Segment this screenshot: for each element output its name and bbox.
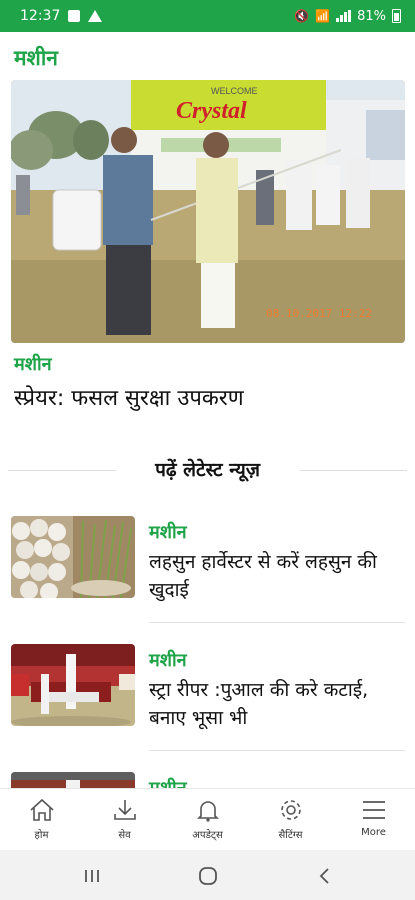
nav-more-label: More xyxy=(361,827,386,838)
recents-button[interactable] xyxy=(80,864,104,888)
nav-more[interactable]: More xyxy=(332,789,415,849)
news-item[interactable]: मशीन लहसुन हार्वेस्टर से करें लहसुन की ख… xyxy=(11,516,405,616)
news-thumbnail xyxy=(11,516,135,598)
home-circle-icon xyxy=(199,867,217,885)
hero-category[interactable]: मशीन xyxy=(14,352,52,376)
battery-percent: 81% xyxy=(357,8,386,24)
mute-icon: 🔇 xyxy=(294,9,310,23)
nav-home[interactable]: होम xyxy=(0,789,83,849)
news-title: स्ट्रा रीपर :पुआल की करे कटाई, बनाए भूसा… xyxy=(149,679,369,729)
news-thumbnail xyxy=(11,772,135,788)
news-thumbnail xyxy=(11,644,135,726)
wifi-icon: 📶 xyxy=(315,9,331,23)
back-chevron-icon xyxy=(319,868,329,884)
latest-news-header: पढ़ें लेटेस्ट न्यूज़ xyxy=(0,452,415,486)
news-divider xyxy=(149,622,405,623)
news-item[interactable]: मशीन xyxy=(11,772,405,788)
back-button[interactable] xyxy=(313,864,337,888)
news-item[interactable]: मशीन स्ट्रा रीपर :पुआल की करे कटाई, बनाए… xyxy=(11,644,405,744)
status-bar: 12:37 🔇 📶 81% xyxy=(0,0,415,32)
news-title: लहसुन हार्वेस्टर से करें लहसुन की खुदाई xyxy=(149,551,377,601)
news-category: मशीन xyxy=(149,522,187,543)
nav-updates[interactable]: अपडेट्स xyxy=(166,789,249,849)
gallery-icon xyxy=(68,10,81,22)
hero-image[interactable]: WELCOME Crystal 08.10.2017 12:22 xyxy=(11,80,405,343)
nav-save[interactable]: सेव xyxy=(83,789,166,849)
hero-headline[interactable]: स्प्रेयर: फसल सुरक्षा उपकरण xyxy=(14,382,244,412)
nav-save-label: सेव xyxy=(118,830,131,841)
battery-icon xyxy=(392,9,401,23)
home-button[interactable] xyxy=(196,864,220,888)
divider-right xyxy=(300,470,407,471)
bottom-navigation: होम सेव अपडेट्स सैटिंग्स More xyxy=(0,788,415,849)
news-category: मशीन xyxy=(149,776,187,788)
download-icon xyxy=(111,797,139,823)
nav-updates-label: अपडेट्स xyxy=(192,830,223,841)
menu-icon xyxy=(360,797,388,823)
alert-icon xyxy=(88,10,103,22)
hero-photo: WELCOME Crystal 08.10.2017 12:22 xyxy=(11,80,405,343)
banner-welcome: WELCOME xyxy=(211,86,258,96)
status-time: 12:37 xyxy=(20,8,61,24)
nav-home-label: होम xyxy=(34,830,49,841)
home-icon xyxy=(28,797,56,823)
latest-news-heading: पढ़ें लेटेस्ट न्यूज़ xyxy=(155,459,260,481)
nav-settings-label: सैटिंग्स xyxy=(278,830,303,841)
system-navigation-bar xyxy=(0,850,415,900)
signal-icon xyxy=(336,10,352,22)
nav-settings[interactable]: सैटिंग्स xyxy=(249,789,332,849)
recents-icon xyxy=(85,870,99,882)
news-divider xyxy=(149,750,405,751)
banner-brand: Crystal xyxy=(176,98,247,124)
news-category: मशीन xyxy=(149,650,187,671)
page-title: मशीन xyxy=(14,46,58,70)
bell-icon xyxy=(194,797,222,823)
gear-icon xyxy=(277,797,305,823)
photo-timestamp: 08.10.2017 12:22 xyxy=(266,307,372,320)
